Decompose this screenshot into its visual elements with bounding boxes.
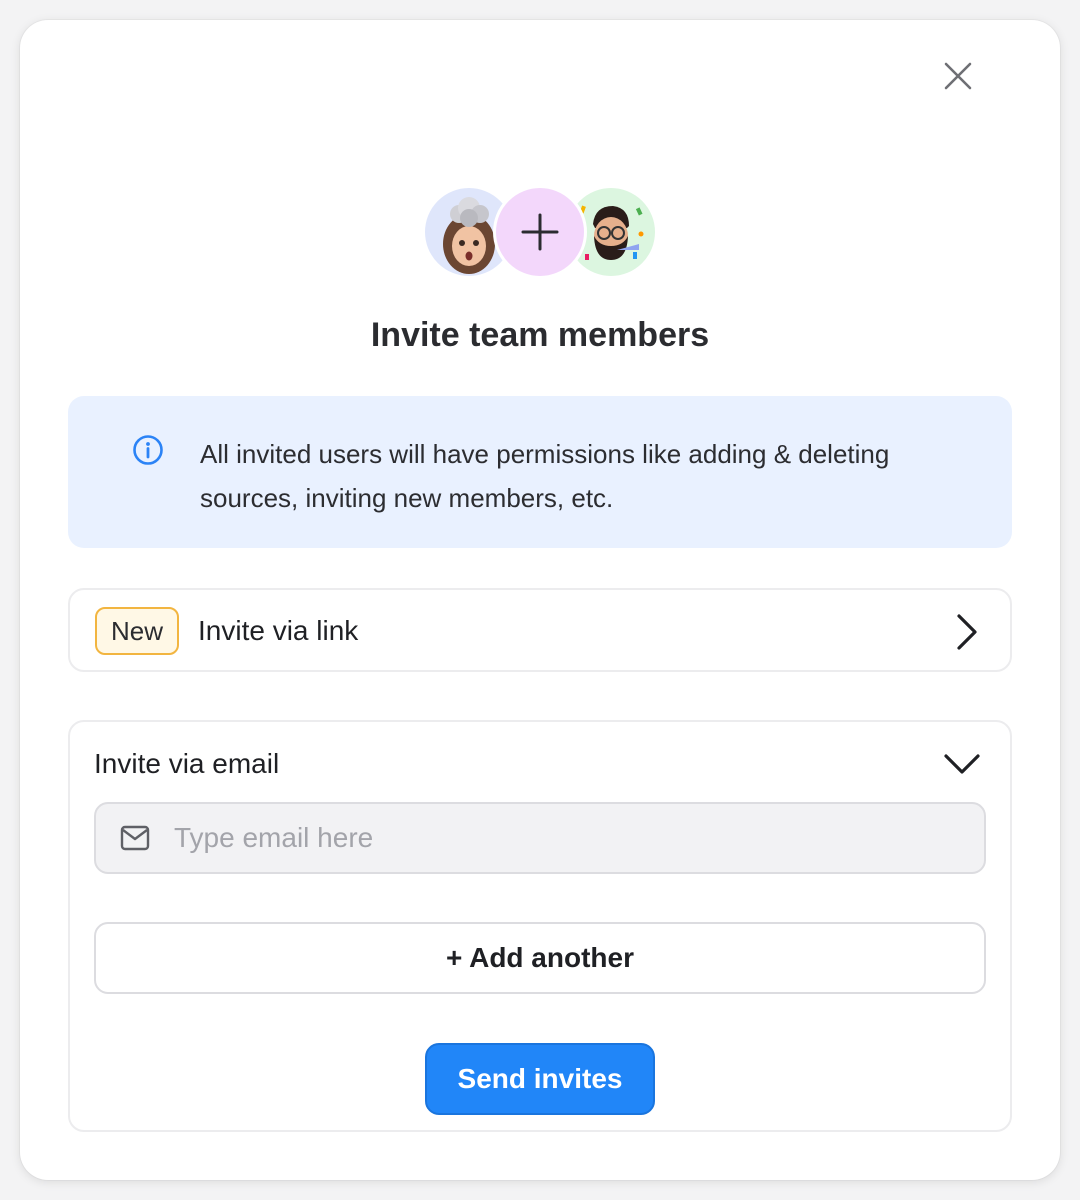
- chevron-right-icon: [957, 614, 977, 650]
- close-icon: [944, 62, 972, 90]
- invite-modal: Invite team members All invited users wi…: [20, 20, 1060, 1180]
- email-field[interactable]: [94, 802, 986, 874]
- invite-via-email-toggle[interactable]: Invite via email: [70, 722, 1010, 802]
- modal-title: Invite team members: [370, 316, 710, 354]
- avatar-group: [20, 185, 1060, 281]
- add-member-plus-icon[interactable]: [493, 185, 587, 279]
- permissions-notice: All invited users will have permissions …: [68, 396, 1012, 548]
- invite-via-email-label: Invite via email: [94, 748, 280, 779]
- close-button[interactable]: [938, 56, 978, 96]
- permissions-notice-text: All invited users will have permissions …: [200, 439, 890, 513]
- invite-via-link-label: Invite via link: [198, 615, 359, 646]
- chevron-down-icon: [944, 754, 980, 774]
- email-input[interactable]: [174, 814, 964, 862]
- invite-via-email-section: Invite via email + Add another Send invi…: [68, 720, 1012, 1132]
- info-icon: [133, 435, 163, 465]
- add-another-button[interactable]: + Add another: [94, 922, 986, 994]
- send-invites-button[interactable]: Send invites: [425, 1043, 655, 1115]
- invite-via-link-row[interactable]: New Invite via link: [68, 588, 1012, 672]
- new-badge: New: [95, 607, 180, 655]
- mail-icon: [120, 825, 150, 851]
